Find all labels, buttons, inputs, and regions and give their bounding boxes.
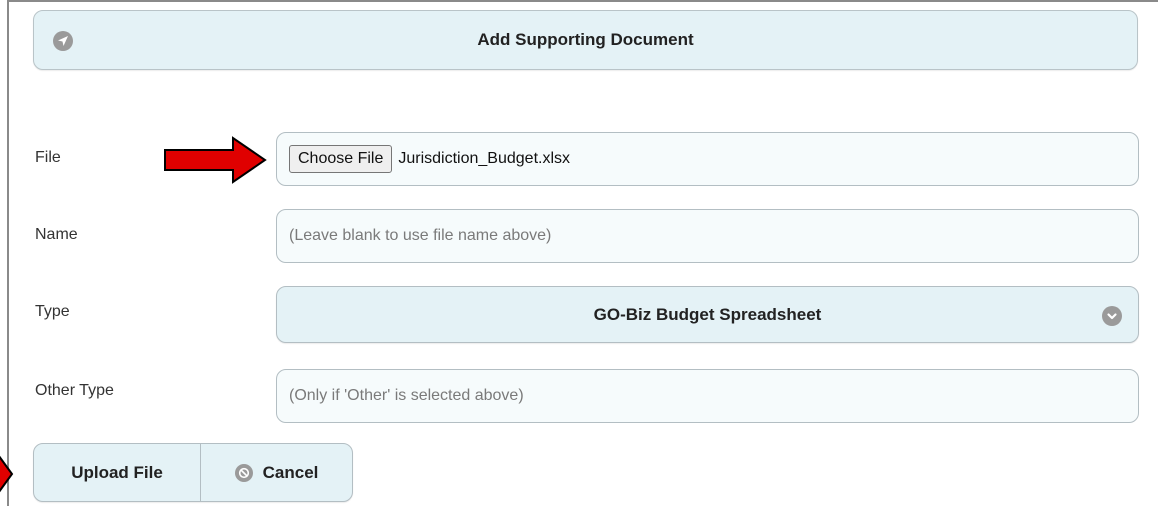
navigation-arrow-icon bbox=[53, 31, 73, 51]
upload-file-button[interactable]: Upload File bbox=[34, 444, 201, 501]
file-label: File bbox=[35, 149, 61, 166]
name-input[interactable] bbox=[289, 227, 1109, 245]
add-document-header-button[interactable]: Add Supporting Document bbox=[33, 10, 1138, 70]
choose-file-button[interactable]: Choose File bbox=[289, 145, 393, 173]
red-arrow-indicator bbox=[164, 136, 267, 184]
file-field: Choose File Jurisdiction_Budget.xlsx bbox=[276, 132, 1139, 186]
action-button-group: Upload File Cancel bbox=[33, 443, 353, 502]
type-select[interactable]: GO-Biz Budget Spreadsheet bbox=[276, 286, 1139, 343]
cancel-label: Cancel bbox=[262, 462, 319, 482]
cancel-button[interactable]: Cancel bbox=[201, 444, 352, 501]
type-selected-value: GO-Biz Budget Spreadsheet bbox=[593, 304, 822, 324]
other-type-field bbox=[276, 369, 1139, 423]
other-type-input[interactable] bbox=[289, 387, 1109, 405]
type-label: Type bbox=[35, 303, 70, 320]
ban-icon bbox=[234, 463, 253, 482]
red-arrow-indicator-upload bbox=[0, 455, 14, 493]
name-label: Name bbox=[35, 226, 78, 243]
other-type-label: Other Type bbox=[35, 382, 114, 399]
chevron-down-icon bbox=[1102, 306, 1122, 326]
name-field bbox=[276, 209, 1139, 263]
page-title: Add Supporting Document bbox=[477, 30, 694, 49]
selected-file-name: Jurisdiction_Budget.xlsx bbox=[398, 150, 571, 167]
